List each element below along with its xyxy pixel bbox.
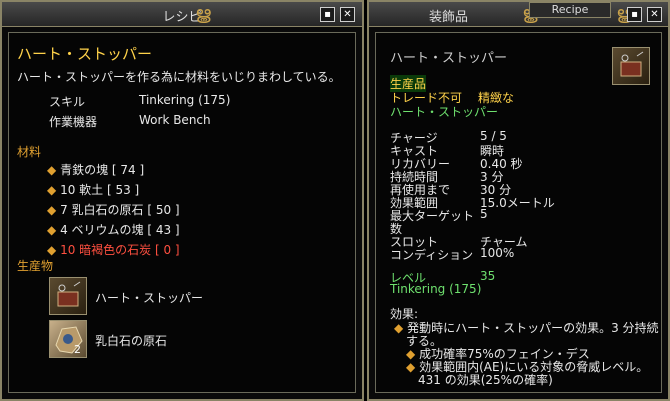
material-item[interactable]: ◆ 4 ベリウムの塊 [ 43 ]	[47, 221, 180, 238]
material-item[interactable]: ◆ 7 乳白石の原石 [ 50 ]	[47, 201, 180, 218]
skill-value: Tinkering (175)	[139, 93, 231, 107]
recipe-window-title: レシピ	[162, 10, 202, 25]
tab-recipe[interactable]: Recipe	[529, 2, 611, 18]
product-icon-heart-stopper[interactable]	[49, 277, 87, 315]
bullet-icon: ◆	[406, 360, 416, 374]
materials-header: 材料	[17, 145, 42, 159]
item-name: ハート・ストッパー	[390, 51, 508, 66]
item-icon[interactable]	[612, 47, 650, 85]
material-item[interactable]: ◆ 青鉄の塊 [ 74 ]	[47, 161, 144, 178]
charm-icon	[620, 51, 644, 77]
minimize-icon: ▪	[324, 9, 331, 20]
bullet-icon: ◆	[47, 223, 57, 237]
stat-label: コンディション	[390, 248, 474, 262]
stat-value: 15.0メートル	[480, 196, 555, 210]
stat-value: 5	[480, 207, 488, 221]
bullet-icon: ◆	[47, 203, 57, 217]
minimize-icon: ▪	[631, 9, 638, 20]
level-value: 35	[480, 269, 496, 283]
stat-label: 最大ターゲット	[390, 209, 475, 223]
close-button[interactable]: ✕	[647, 7, 662, 22]
close-icon: ✕	[650, 9, 659, 20]
station-value: Work Bench	[139, 113, 211, 127]
stat-value: 100%	[480, 246, 515, 260]
product-name: 乳白石の原石	[95, 334, 168, 348]
bullet-icon: ◆	[47, 183, 57, 197]
material-item[interactable]: ◆ 10 軟土 [ 53 ]	[47, 181, 139, 198]
product-name: ハート・ストッパー	[95, 291, 204, 305]
skill-label: スキル	[49, 95, 86, 109]
minimize-button[interactable]: ▪	[320, 7, 335, 22]
recipe-content: ハート・ストッパー ハート・ストッパーを作る為に材料をいじりまわしている。 スキ…	[8, 32, 356, 393]
products-header: 生産物	[17, 259, 54, 273]
item-content: ハート・ストッパー 生産品 トレード不可 精緻な ハート・ストッパー チャージ …	[375, 32, 662, 393]
swirl-icon: ൠ	[195, 3, 211, 24]
stat-value: 5 / 5	[480, 129, 507, 143]
close-button[interactable]: ✕	[340, 7, 355, 22]
item-titlebar[interactable]: 装飾品 ൠ Recipe ൠ ▪ ✕	[369, 2, 668, 27]
recipe-titlebar[interactable]: レシピ ൠ ▪ ✕	[2, 2, 362, 27]
recipe-item-name: ハート・ストッパー	[17, 45, 153, 63]
charm-icon	[57, 281, 81, 307]
bullet-icon: ◆	[47, 163, 57, 177]
item-window: 装飾品 ൠ Recipe ൠ ▪ ✕ ハート・ストッパー 生産品 トレード不可 …	[367, 0, 670, 401]
material-item-missing[interactable]: ◆ 10 暗褐色の石炭 [ 0 ]	[47, 241, 180, 258]
tag-name: ハート・ストッパー	[390, 105, 499, 119]
skill-requirement: Tinkering (175)	[390, 282, 482, 296]
effect-subline: 431 の効果(25%の確率)	[418, 373, 553, 387]
bullet-icon: ◆	[394, 321, 404, 335]
product-icon-opal-ore[interactable]: 2	[49, 320, 87, 358]
bullet-icon: ◆	[47, 243, 57, 257]
recipe-window: レシピ ൠ ▪ ✕ ハート・ストッパー ハート・ストッパーを作る為に材料をいじり…	[0, 0, 364, 401]
recipe-description: ハート・ストッパーを作る為に材料をいじりまわしている。	[17, 70, 341, 84]
station-label: 作業機器	[49, 115, 98, 129]
product-count: 2	[74, 343, 81, 356]
minimize-button[interactable]: ▪	[627, 7, 642, 22]
close-icon: ✕	[343, 9, 352, 20]
